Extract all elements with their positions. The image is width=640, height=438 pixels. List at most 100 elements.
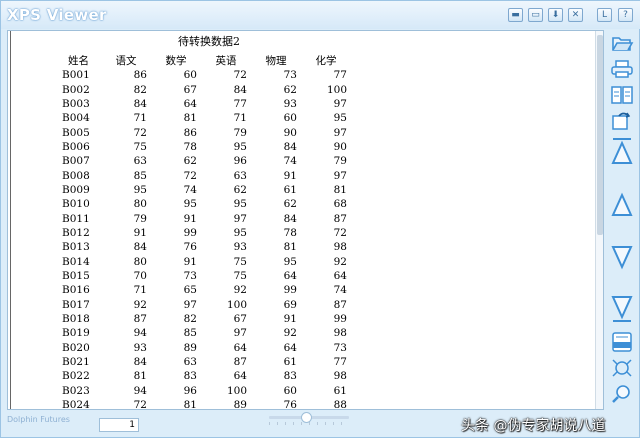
status-bar: Dolphin Futures 1 头条 @伪专家胡说八道 — [1, 411, 640, 438]
last-page-icon[interactable] — [608, 292, 636, 326]
score-cell: 64 — [183, 97, 197, 110]
score-cell: 95 — [233, 198, 247, 211]
score-cell: 91 — [183, 255, 197, 268]
score-cell: 79 — [233, 126, 247, 139]
score-cell: 75 — [233, 255, 247, 268]
score-cell: 89 — [233, 399, 247, 410]
score-cell: 76 — [183, 241, 197, 254]
score-cell: 91 — [183, 212, 197, 225]
score-cell: 96 — [183, 384, 197, 397]
score-cell: 86 — [133, 69, 147, 82]
score-cell: 63 — [183, 356, 197, 369]
table-row: B014 80 91 75 95 92 — [56, 254, 351, 268]
fit-icon[interactable] — [608, 356, 636, 380]
student-id-cell: B003 — [62, 97, 90, 110]
close-button[interactable]: ✕ — [568, 8, 583, 22]
score-cell: 84 — [283, 212, 297, 225]
student-id-cell: B023 — [62, 384, 90, 397]
student-id-cell: B010 — [62, 198, 90, 211]
score-cell: 91 — [133, 226, 147, 239]
score-cell: 81 — [283, 241, 297, 254]
two-page-icon[interactable] — [608, 84, 636, 106]
score-table: 姓名 语文 数学 英语 物理 化学 B001 86 60 72 73 77 B002 82 67… — [56, 53, 351, 410]
score-cell: 95 — [333, 112, 347, 125]
score-cell: 67 — [183, 83, 197, 96]
table-row: B005 72 86 79 90 97 — [56, 125, 351, 139]
score-cell: 78 — [183, 140, 197, 153]
zoom-icon[interactable] — [608, 382, 636, 406]
title-bar[interactable]: XPS Viewer ▬ ▭ ⬇ ✕ L ? — [1, 1, 640, 29]
pdf-icon[interactable] — [608, 330, 636, 354]
score-cell: 64 — [233, 341, 247, 354]
score-cell: 74 — [333, 284, 347, 297]
score-cell: 60 — [183, 69, 197, 82]
score-cell: 80 — [133, 255, 147, 268]
score-cell: 77 — [333, 356, 347, 369]
score-cell: 99 — [333, 313, 347, 326]
column-header: 姓名 — [68, 55, 89, 67]
student-id-cell: B015 — [62, 269, 90, 282]
score-cell: 88 — [333, 399, 347, 410]
score-cell: 87 — [333, 212, 347, 225]
right-toolbar — [605, 30, 639, 410]
page-number-input[interactable]: 1 — [99, 418, 139, 432]
score-cell: 95 — [283, 255, 297, 268]
score-cell: 79 — [333, 155, 347, 168]
score-cell: 81 — [333, 183, 347, 196]
page-edge — [10, 31, 11, 409]
score-cell: 73 — [283, 69, 297, 82]
next-page-icon[interactable] — [608, 242, 636, 272]
zoom-slider-thumb[interactable] — [301, 412, 312, 423]
language-button[interactable]: L — [597, 8, 612, 22]
scrollbar-thumb[interactable] — [597, 35, 603, 235]
score-cell: 61 — [283, 183, 297, 196]
rotate-icon[interactable] — [608, 110, 636, 132]
score-cell: 97 — [333, 97, 347, 110]
first-page-icon[interactable] — [608, 134, 636, 168]
score-cell: 61 — [333, 384, 347, 397]
student-id-cell: B008 — [62, 169, 90, 182]
score-cell: 75 — [133, 140, 147, 153]
score-cell: 100 — [326, 83, 347, 96]
score-cell: 95 — [133, 183, 147, 196]
score-cell: 81 — [183, 112, 197, 125]
help-button[interactable]: ? — [618, 8, 633, 22]
table-row: B019 94 85 97 92 98 — [56, 326, 351, 340]
restore-button[interactable]: ▭ — [528, 8, 543, 22]
score-cell: 72 — [333, 226, 347, 239]
document-viewport[interactable]: 待转换数据2 姓名 语文 数学 英语 物理 化学 B001 86 60 72 73 77 B… — [7, 30, 604, 410]
score-cell: 94 — [133, 327, 147, 340]
score-cell: 87 — [333, 298, 347, 311]
score-cell: 91 — [283, 313, 297, 326]
table-row: B020 93 89 64 64 73 — [56, 341, 351, 355]
score-cell: 82 — [183, 313, 197, 326]
score-cell: 99 — [183, 226, 197, 239]
xps-viewer-window: XPS Viewer ▬ ▭ ⬇ ✕ L ? 待转换数据2 姓名 语文 数学 英… — [0, 0, 640, 438]
table-row: B012 91 99 95 78 72 — [56, 226, 351, 240]
student-id-cell: B012 — [62, 226, 90, 239]
score-cell: 85 — [133, 169, 147, 182]
student-id-cell: B007 — [62, 155, 90, 168]
score-cell: 93 — [283, 97, 297, 110]
student-id-cell: B016 — [62, 284, 90, 297]
table-row: B004 71 81 71 60 95 — [56, 111, 351, 125]
score-cell: 68 — [333, 198, 347, 211]
score-cell: 93 — [133, 341, 147, 354]
score-cell: 100 — [226, 384, 247, 397]
previous-page-icon[interactable] — [608, 190, 636, 220]
score-cell: 65 — [183, 284, 197, 297]
print-icon[interactable] — [608, 58, 636, 80]
score-cell: 70 — [133, 269, 147, 282]
score-cell: 63 — [233, 169, 247, 182]
column-header: 英语 — [215, 55, 237, 67]
download-button[interactable]: ⬇ — [548, 8, 563, 22]
score-cell: 100 — [226, 298, 247, 311]
score-cell: 73 — [333, 341, 347, 354]
table-row: B010 80 95 95 62 68 — [56, 197, 351, 211]
table-row: B017 92 97 100 69 87 — [56, 298, 351, 312]
open-icon[interactable] — [608, 30, 636, 54]
score-cell: 72 — [233, 69, 247, 82]
score-cell: 90 — [333, 140, 347, 153]
table-row: B007 63 62 96 74 79 — [56, 154, 351, 168]
minimize-button[interactable]: ▬ — [508, 8, 523, 22]
